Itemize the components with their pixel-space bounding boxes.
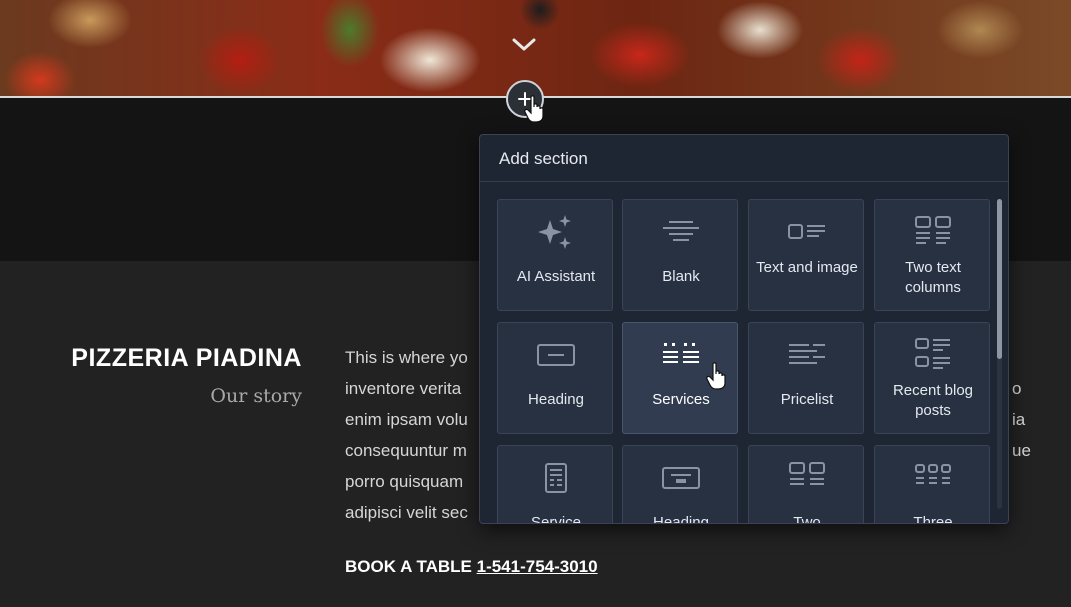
section-option-label: Recent blog posts <box>892 382 974 419</box>
section-option-text-and-image[interactable]: Text and image <box>748 199 864 311</box>
section-option-label: Heading <box>528 391 584 408</box>
document-icon <box>545 463 567 493</box>
hand-cursor-icon <box>706 362 726 390</box>
blog-posts-icon <box>915 338 950 369</box>
brand-block: PIZZERIA PIADINA Our story <box>50 344 302 407</box>
hero-image <box>0 0 1071 96</box>
section-option-label: Text and image <box>756 259 858 276</box>
section-option-label: Heading <box>653 514 709 524</box>
section-option-heading[interactable]: Heading <box>497 322 613 434</box>
story-fragment: ue <box>1012 441 1031 460</box>
section-option-recent-blog-posts[interactable]: Recent blog posts <box>874 322 990 434</box>
section-option-heading-2[interactable]: Heading <box>622 445 738 524</box>
blank-lines-icon <box>663 221 699 241</box>
brand-title: PIZZERIA PIADINA <box>71 344 302 372</box>
three-cards-icon <box>915 464 951 484</box>
heading-button-icon <box>662 467 700 489</box>
scrollbar-thumb[interactable] <box>997 199 1002 359</box>
text-image-icon <box>788 224 825 239</box>
section-option-two-text-columns[interactable]: Two text columns <box>874 199 990 311</box>
pricelist-icon <box>789 344 825 364</box>
section-grid: AI Assistant Blank Text and image Two te… <box>480 183 1008 524</box>
story-fragment: o <box>1012 379 1022 398</box>
panel-title: Add section <box>480 135 1008 182</box>
story-fragment: ia <box>1012 410 1026 429</box>
book-label: BOOK A TABLE <box>345 557 472 576</box>
section-option-two[interactable]: Two <box>748 445 864 524</box>
section-option-label: Three <box>913 514 953 524</box>
section-option-label: Blank <box>662 268 700 285</box>
chevron-down-icon[interactable] <box>510 34 538 54</box>
section-option-ai-assistant[interactable]: AI Assistant <box>497 199 613 311</box>
section-option-three[interactable]: Three <box>874 445 990 524</box>
book-table: BOOK A TABLE 1-541-754-3010 <box>345 557 598 577</box>
section-option-label: AI Assistant <box>516 268 596 285</box>
two-columns-icon <box>915 216 951 244</box>
phone-link[interactable]: 1-541-754-3010 <box>477 557 598 576</box>
two-cards-icon <box>789 462 825 485</box>
sparkles-icon <box>538 215 571 249</box>
section-option-label: Service <box>530 514 582 524</box>
section-option-label: Pricelist <box>780 391 834 408</box>
section-option-label: Two text columns <box>905 259 961 296</box>
section-option-blank[interactable]: Blank <box>622 199 738 311</box>
section-option-service[interactable]: Service <box>497 445 613 524</box>
section-option-label: Services <box>652 391 710 408</box>
services-icon <box>663 343 699 363</box>
section-option-pricelist[interactable]: Pricelist <box>748 322 864 434</box>
hand-cursor-icon <box>524 95 544 123</box>
add-section-panel: Add section AI Assistant Blank Text and … <box>479 134 1009 524</box>
brand-subtitle: Our story <box>210 385 302 407</box>
section-option-label: Two <box>793 514 821 524</box>
heading-icon <box>537 344 575 366</box>
